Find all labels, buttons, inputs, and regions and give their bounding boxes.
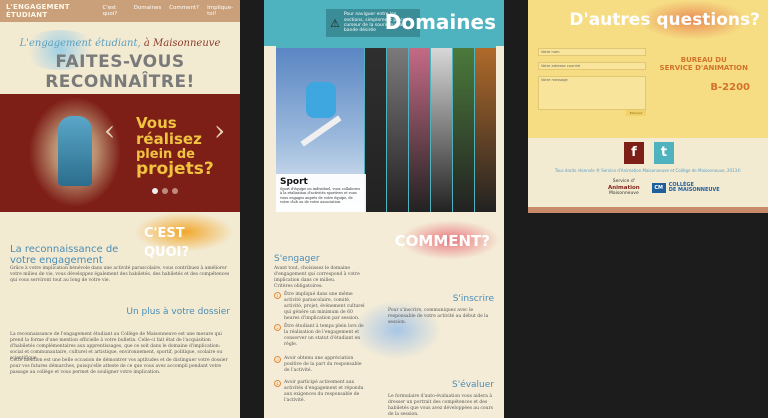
list-item: 4 Avoir participé activement aux activité… <box>274 380 366 404</box>
list-item-text: Avoir participé activement aux activités… <box>284 380 364 404</box>
twitter-icon[interactable]: t <box>654 142 674 164</box>
social-links: f t <box>624 142 674 164</box>
banner-slogan: Vous réalisez plein de projets? <box>136 114 240 180</box>
carousel-dot[interactable] <box>172 188 178 194</box>
slogan-line-3: projets? <box>136 159 214 180</box>
carousel-dots <box>152 188 178 194</box>
list-bullet-icon: 1 <box>274 292 281 299</box>
list-bullet-icon: 4 <box>274 380 281 387</box>
subheading-sinscrire: S'inscrire <box>452 294 494 304</box>
list-item-text: Être impliqué dans une même activité par… <box>284 292 365 322</box>
body-text: Pour s'inscrire, communiquez avec le res… <box>388 308 489 326</box>
subheading-sengager: S'engager <box>274 254 320 264</box>
domain-strip[interactable] <box>431 48 453 212</box>
hero: L'engagement étudiant, à Maisonneuve FAI… <box>0 22 240 94</box>
domain-caption-title: Sport <box>280 177 308 187</box>
section-heading-comment: COMMENT? <box>394 232 490 250</box>
body-text: Le formulaire d'auto-évaluation vous aid… <box>388 394 493 418</box>
domain-caption-text: Sport d'équipe ou individuel, vous colla… <box>280 187 361 205</box>
room-number: B-2200 <box>710 82 750 93</box>
footer-logos: Service d' Animation Maisonneuve CM COLL… <box>608 179 720 197</box>
page-title: FAITES-VOUS RECONNAÎTRE! <box>45 52 195 92</box>
name-field[interactable]: Votre nom <box>538 48 646 56</box>
domain-strip[interactable] <box>409 48 431 212</box>
brand-logo[interactable]: L'ENGAGEMENT ÉTUDIANT <box>6 3 102 19</box>
page-title: D'autres questions? <box>569 10 760 30</box>
domain-caption: Sport Sport d'équipe ou individuel, vous… <box>276 174 366 212</box>
carousel-dot[interactable] <box>152 188 158 194</box>
snowboarder-image <box>306 82 336 118</box>
chevron-left-icon[interactable]: ‹ <box>104 114 115 147</box>
tagline-post: à Maisonneuve <box>143 38 221 49</box>
domain-accordion-gallery: Sport Sport d'équipe ou individuel, vous… <box>276 46 497 212</box>
body-text: Avant tout, choisissez le domaine d'enga… <box>274 266 360 284</box>
email-field[interactable]: Votre adresse courriel <box>538 62 646 70</box>
hero-banner: ‹ › Vous réalisez plein de projets? <box>0 94 240 212</box>
tagline: L'engagement étudiant, à Maisonneuve <box>8 38 232 49</box>
list-item: 2 Être étudiant à temps plein lors de la … <box>274 324 366 348</box>
nav-menu: C'est quoi? Domaines Comment? Implique-t… <box>102 5 234 17</box>
page-panel-home: L'ENGAGEMENT ÉTUDIANT C'est quoi? Domain… <box>0 0 240 418</box>
top-nav: L'ENGAGEMENT ÉTUDIANT C'est quoi? Domain… <box>0 0 240 22</box>
body-text: Cette mention est une belle occasion de … <box>10 358 228 376</box>
college-name-line-2: DE MAISONNEUVE <box>668 187 720 194</box>
footer-bar <box>528 207 768 213</box>
subheading-reconnaissance: La reconnaissance de votre engagement <box>10 244 119 266</box>
subheading-dossier: Un plus à votre dossier <box>126 307 230 317</box>
domain-strip[interactable] <box>475 48 497 212</box>
body-text: Grâce à votre implication bénévole dans … <box>10 266 230 284</box>
warning-icon: ⚠ <box>330 16 340 30</box>
college-logo-mark: CM <box>651 183 666 194</box>
domain-panel-sport[interactable]: Sport Sport d'équipe ou individuel, vous… <box>276 48 366 212</box>
service-animation-logo[interactable]: Service d' Animation Maisonneuve <box>608 179 640 197</box>
criteria-label: Critères obligatoires: <box>274 284 323 289</box>
copyright-text: Tous droits réservés ® Service d'Animati… <box>554 168 742 173</box>
list-bullet-icon: 3 <box>274 356 281 363</box>
contact-section: D'autres questions? Votre nom Votre adre… <box>528 0 768 138</box>
screenshot-collage: L'ENGAGEMENT ÉTUDIANT C'est quoi? Domain… <box>0 0 768 418</box>
office-line-2: SERVICE D'ANIMATION <box>659 64 748 73</box>
list-item-text: Avoir obtenu une appréciation positive d… <box>284 356 362 374</box>
domain-strip[interactable] <box>365 48 387 212</box>
nav-item-implique-toi[interactable]: Implique-toi! <box>207 5 234 17</box>
tagline-pre: L'engagement étudiant, <box>19 38 141 49</box>
list-item-text: Être étudiant à temps plein lors de la r… <box>284 324 364 348</box>
message-field[interactable]: Votre message <box>538 76 646 110</box>
slogan-line-1: Vous réalisez <box>136 114 202 148</box>
page-title: Domaines <box>384 10 496 34</box>
domaines-header: ⚠ Pour naviguer entre les sections, simp… <box>264 0 504 46</box>
student-figure-image <box>58 116 92 186</box>
nav-item-domaines[interactable]: Domaines <box>134 5 162 17</box>
list-bullet-icon: 2 <box>274 324 281 331</box>
page-panel-domaines: ⚠ Pour naviguer entre les sections, simp… <box>264 0 504 418</box>
logo-text-bottom: Maisonneuve <box>608 190 639 196</box>
subheading-sevaluer: S'évaluer <box>451 380 494 390</box>
list-item: 3 Avoir obtenu une appréciation positive … <box>274 356 366 374</box>
college-maisonneuve-logo[interactable]: CM COLLÈGE DE MAISONNEUVE <box>651 182 720 194</box>
page-panel-contact: D'autres questions? Votre nom Votre adre… <box>528 0 768 213</box>
facebook-icon[interactable]: f <box>624 142 644 164</box>
domain-strip[interactable] <box>387 48 409 212</box>
college-logo-text: COLLÈGE DE MAISONNEUVE <box>668 182 720 194</box>
section-heading-cest-quoi: C'EST QUOI? <box>134 212 234 260</box>
send-button[interactable]: Envoyer <box>626 110 646 116</box>
domain-strip[interactable] <box>453 48 475 212</box>
office-label: BUREAU DU SERVICE D'ANIMATION <box>660 56 748 73</box>
office-line-1: BUREAU DU <box>680 56 727 64</box>
list-item: 1 Être impliqué dans une même activité pa… <box>274 292 366 322</box>
nav-item-comment[interactable]: Comment? <box>169 5 199 17</box>
snowboard-image <box>300 115 342 147</box>
nav-item-cest-quoi[interactable]: C'est quoi? <box>102 5 125 17</box>
carousel-dot[interactable] <box>162 188 168 194</box>
